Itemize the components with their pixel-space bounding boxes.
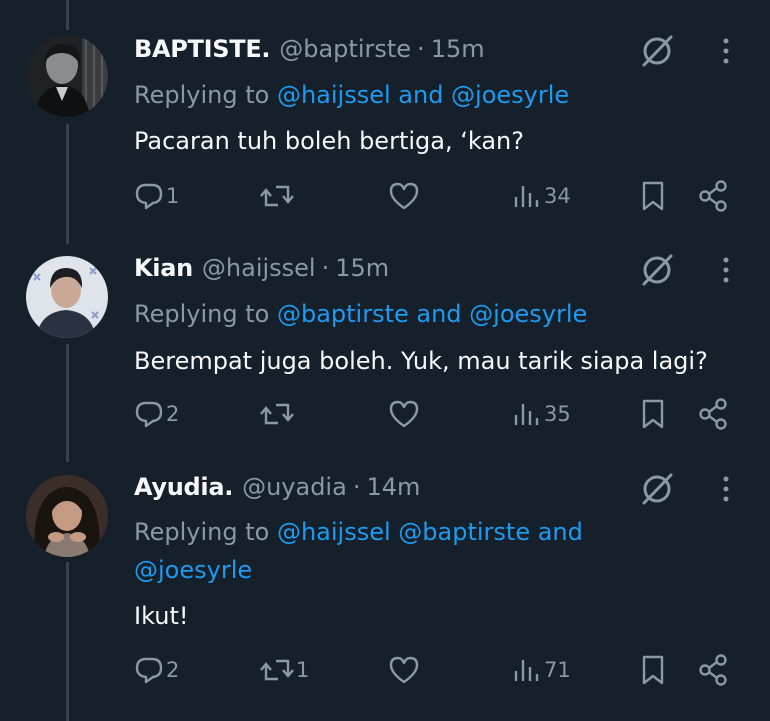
action-bar: 2 1 71 [0, 653, 770, 687]
reply-count: 1 [166, 184, 180, 208]
replying-line: Replying to @haijssel @baptirste and [134, 513, 694, 551]
tweet[interactable]: BAPTISTE. @baptirste · 15m Replying to @… [0, 32, 770, 232]
grok-icon[interactable] [638, 470, 676, 508]
avatar[interactable] [26, 475, 108, 557]
retweet-icon [260, 659, 294, 681]
views-chart-icon [514, 660, 539, 681]
reply-button[interactable]: 2 [134, 397, 179, 431]
tweet-header: BAPTISTE. @baptirste · 15m [134, 32, 485, 66]
retweet-icon [260, 403, 294, 425]
views-button[interactable]: 71 [512, 653, 571, 687]
replying-prefix: Replying to [134, 81, 270, 109]
avatar[interactable] [26, 256, 108, 338]
view-count: 35 [544, 402, 571, 426]
thread-line-top [66, 0, 69, 30]
bookmark-button[interactable] [640, 653, 666, 687]
mention[interactable]: @baptirste and @joesyrle [277, 300, 587, 328]
views-chart-icon [514, 186, 539, 207]
action-bar: 2 35 [0, 397, 770, 431]
heart-icon [389, 656, 419, 684]
tweet[interactable]: Ayudia. @uyadia · 14m Replying to @haijs… [0, 470, 770, 721]
replying-prefix: Replying to [134, 518, 270, 546]
timestamp[interactable]: 15m [335, 254, 389, 282]
views-button[interactable]: 34 [512, 179, 571, 213]
mention[interactable]: @haijssel @baptirste and [277, 518, 583, 546]
retweet-button[interactable]: 1 [260, 653, 309, 687]
reply-icon [135, 401, 163, 428]
handle[interactable]: @uyadia [242, 473, 347, 501]
replying-to: Replying to @baptirste and @joesyrle [134, 295, 694, 333]
heart-icon [389, 182, 419, 210]
like-button[interactable] [388, 653, 422, 687]
replying-to: Replying to @haijssel @baptirste and @jo… [134, 513, 694, 589]
like-button[interactable] [388, 397, 422, 431]
view-count: 71 [544, 658, 571, 682]
tweet-header: Kian @haijssel · 15m [134, 251, 389, 285]
grok-icon[interactable] [638, 32, 676, 70]
bookmark-button[interactable] [640, 179, 666, 213]
share-button[interactable] [698, 397, 728, 431]
action-bar: 1 34 [0, 179, 770, 213]
mention[interactable]: @haijssel and @joesyrle [277, 81, 569, 109]
tweet-text: Ikut! [134, 602, 189, 630]
tweet[interactable]: Kian @haijssel · 15m Replying to @baptir… [0, 251, 770, 451]
avatar[interactable] [26, 35, 108, 117]
replying-to: Replying to @haijssel and @joesyrle [134, 76, 694, 114]
tweet-header: Ayudia. @uyadia · 14m [134, 470, 420, 504]
handle[interactable]: @haijssel [202, 254, 316, 282]
timestamp[interactable]: 14m [366, 473, 420, 501]
like-button[interactable] [388, 179, 422, 213]
retweet-count: 1 [296, 658, 310, 682]
more-icon[interactable] [716, 253, 736, 287]
grok-icon[interactable] [638, 251, 676, 289]
tweet-text: Pacaran tuh boleh bertiga, ‘kan? [134, 127, 524, 155]
separator: · [352, 473, 361, 501]
share-icon [699, 180, 727, 212]
bookmark-icon [642, 655, 664, 685]
reply-count: 2 [166, 402, 180, 426]
share-button[interactable] [698, 179, 728, 213]
replying-line: @joesyrle [134, 551, 694, 589]
mention[interactable]: @joesyrle [134, 556, 252, 584]
display-name[interactable]: Ayudia. [134, 473, 233, 501]
reply-icon [135, 657, 163, 684]
display-name[interactable]: Kian [134, 254, 193, 282]
bookmark-icon [642, 181, 664, 211]
separator: · [417, 35, 425, 63]
more-icon[interactable] [716, 34, 736, 68]
reply-icon [135, 183, 163, 210]
bookmark-icon [642, 399, 664, 429]
share-icon [699, 654, 727, 686]
replying-prefix: Replying to [134, 300, 270, 328]
reply-count: 2 [166, 658, 180, 682]
display-name[interactable]: BAPTISTE. [134, 35, 271, 63]
view-count: 34 [544, 184, 571, 208]
reply-button[interactable]: 2 [134, 653, 179, 687]
retweet-button[interactable] [260, 397, 296, 431]
bookmark-button[interactable] [640, 397, 666, 431]
more-icon[interactable] [716, 472, 736, 506]
reply-button[interactable]: 1 [134, 179, 179, 213]
heart-icon [389, 400, 419, 428]
tweet-text: Berempat juga boleh. Yuk, mau tarik siap… [134, 347, 708, 375]
share-icon [699, 398, 727, 430]
retweet-icon [260, 185, 294, 207]
views-chart-icon [514, 404, 539, 425]
separator: · [321, 254, 330, 282]
share-button[interactable] [698, 653, 728, 687]
timestamp[interactable]: 15m [431, 35, 485, 63]
retweet-button[interactable] [260, 179, 296, 213]
handle[interactable]: @baptirste [279, 35, 411, 63]
views-button[interactable]: 35 [512, 397, 571, 431]
